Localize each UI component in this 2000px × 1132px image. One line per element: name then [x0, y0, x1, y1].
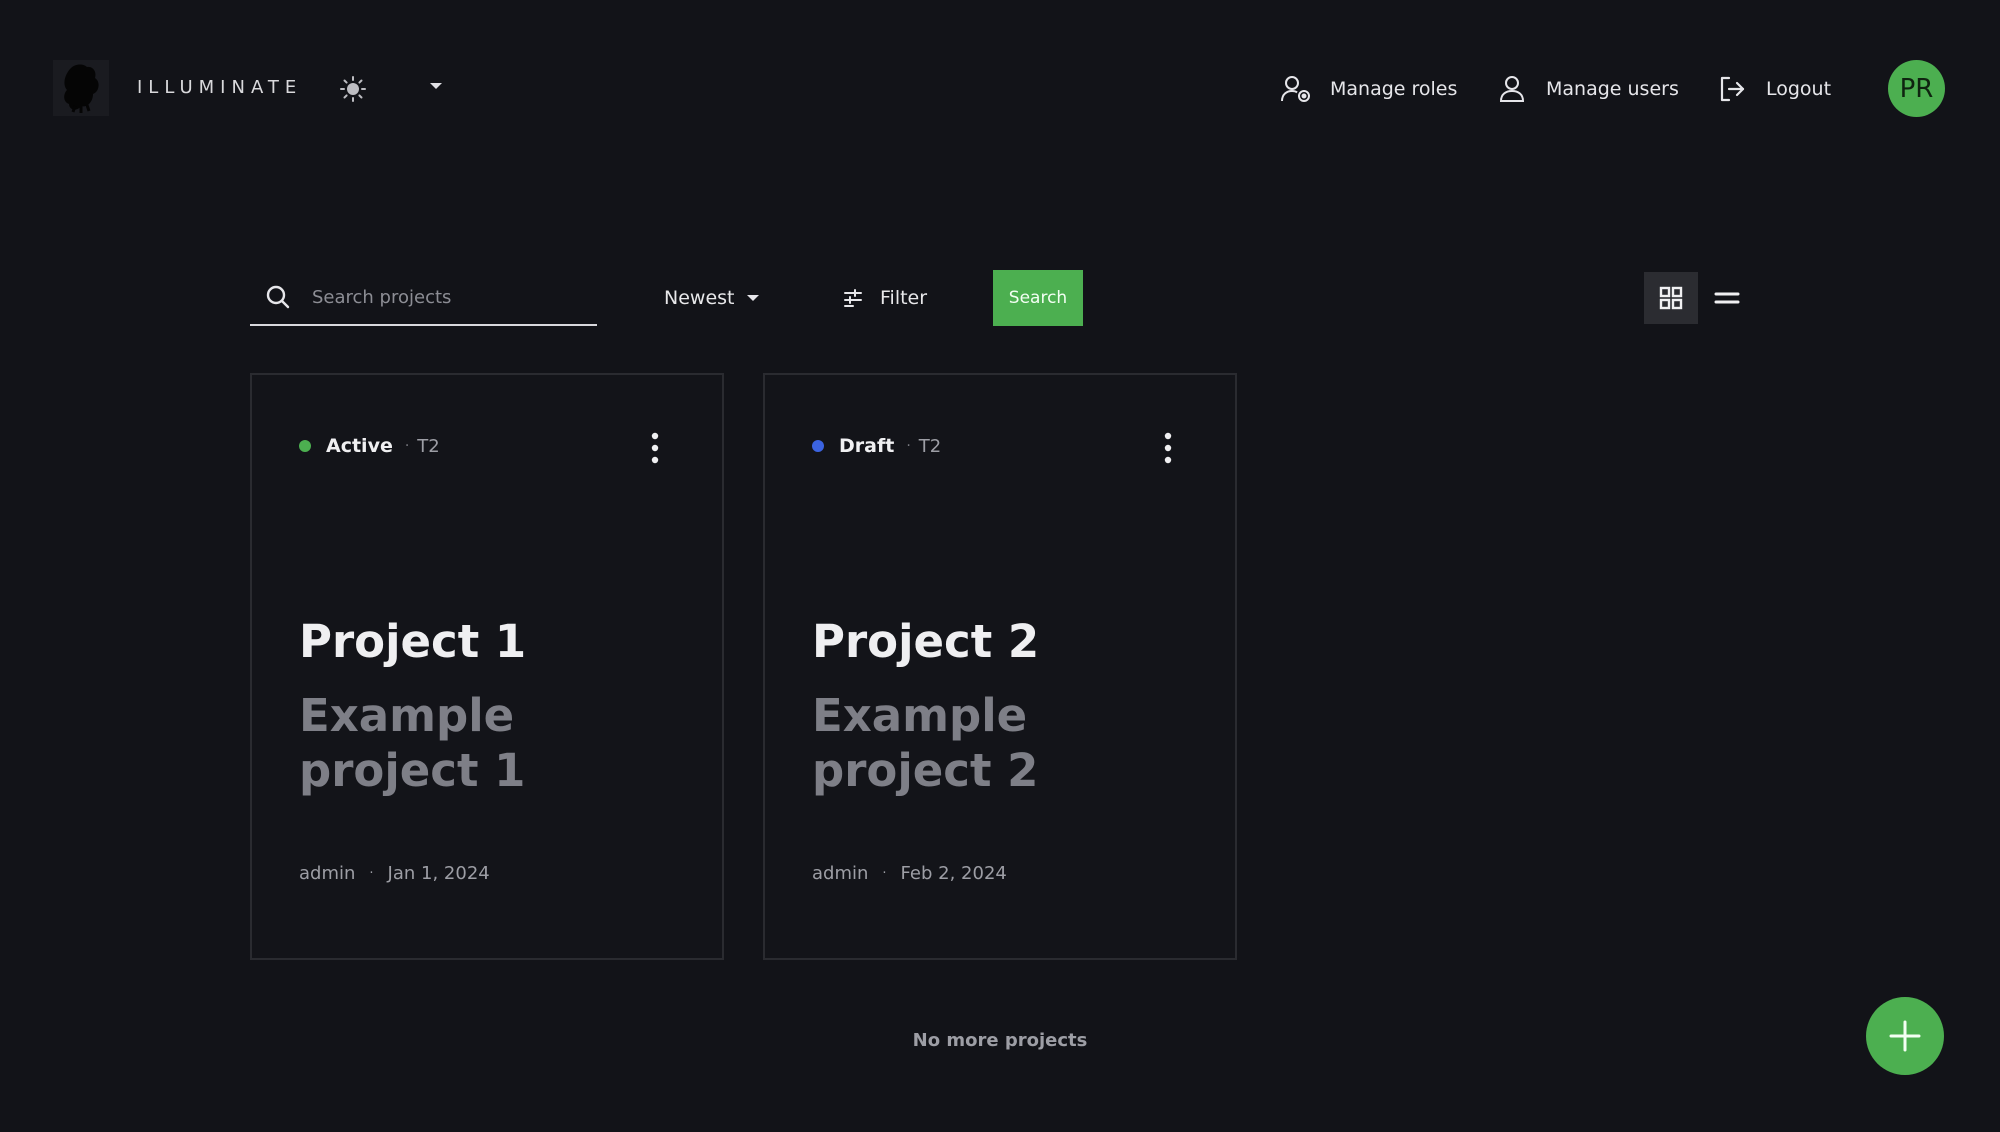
separator: ·	[906, 438, 911, 454]
project-author: admin	[812, 863, 869, 884]
top-bar: ILLUMINATE Manage roles Manage users Log…	[0, 0, 2000, 176]
end-of-list-message: No more projects	[912, 1030, 1088, 1051]
logo[interactable]	[53, 60, 109, 116]
card-status-row: Draft · T2	[812, 435, 941, 457]
avatar[interactable]: PR	[1888, 60, 1945, 117]
logout-icon	[1720, 76, 1745, 102]
status-label: Active	[326, 435, 393, 457]
page: ILLUMINATE Manage roles Manage users Log…	[0, 0, 2000, 1132]
project-date: Jan 1, 2024	[387, 863, 490, 884]
separator: ·	[882, 866, 887, 881]
more-options-icon[interactable]	[648, 431, 662, 465]
grid-view-toggle[interactable]	[1644, 272, 1698, 324]
search-button[interactable]: Search	[993, 270, 1083, 326]
status-dot	[812, 440, 824, 452]
list-view-toggle[interactable]	[1700, 272, 1754, 324]
status-dot	[299, 440, 311, 452]
add-project-button[interactable]	[1866, 997, 1944, 1075]
tier-label: T2	[918, 435, 942, 457]
manage-roles-label: Manage roles	[1330, 78, 1458, 100]
project-card[interactable]: Active · T2 Project 1 Example project 1 …	[250, 373, 724, 960]
brand-name: ILLUMINATE	[137, 77, 303, 98]
filter-button[interactable]: Filter	[842, 282, 927, 314]
filter-label: Filter	[880, 287, 928, 309]
search-input[interactable]	[312, 286, 572, 308]
logo-mark-icon	[64, 64, 99, 113]
separator: ·	[369, 866, 374, 881]
project-author: admin	[299, 863, 356, 884]
sliders-icon	[844, 289, 862, 307]
tier-label: T2	[417, 435, 440, 457]
grid-icon	[1659, 286, 1683, 310]
card-footer: admin · Feb 2, 2024	[812, 863, 1007, 884]
sort-dropdown[interactable]: Newest	[664, 282, 760, 314]
separator: ·	[404, 438, 410, 454]
chevron-down-icon	[747, 295, 760, 301]
project-description: Example project 2	[812, 689, 1039, 797]
search-bar	[250, 270, 597, 326]
more-options-icon[interactable]	[1161, 431, 1175, 465]
card-status-row: Active · T2	[299, 435, 440, 457]
project-description: Example project 1	[299, 689, 526, 797]
logout-link[interactable]: Logout	[1716, 72, 1831, 106]
card-footer: admin · Jan 1, 2024	[299, 863, 490, 884]
plus-icon	[1889, 1020, 1921, 1052]
project-card[interactable]: Draft · T2 Project 2 Example project 2 a…	[763, 373, 1237, 960]
manage-users-label: Manage users	[1546, 78, 1679, 100]
list-icon	[1714, 292, 1740, 304]
search-icon	[266, 285, 290, 309]
user-roles-icon	[1281, 76, 1310, 102]
sun-icon[interactable]	[338, 74, 368, 104]
project-date: Feb 2, 2024	[900, 863, 1007, 884]
status-label: Draft	[839, 435, 895, 457]
logout-label: Logout	[1766, 78, 1832, 100]
project-title: Project 1	[299, 615, 527, 668]
user-icon	[1499, 76, 1525, 102]
project-title: Project 2	[812, 615, 1040, 668]
sort-label: Newest	[664, 287, 735, 309]
chevron-down-icon[interactable]	[428, 80, 444, 92]
manage-roles-link[interactable]: Manage roles	[1280, 72, 1457, 106]
manage-users-link[interactable]: Manage users	[1496, 72, 1679, 106]
